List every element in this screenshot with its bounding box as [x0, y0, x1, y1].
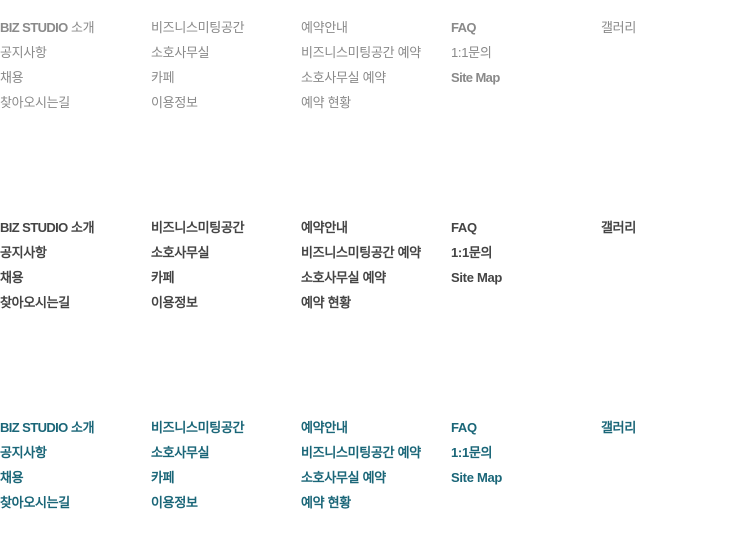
menu-item-usage-info[interactable]: 이용정보	[151, 490, 244, 515]
menu-item-soho-office[interactable]: 소호사무실	[151, 240, 244, 265]
menu-item-soho-reservation[interactable]: 소호사무실 예약	[301, 65, 421, 90]
menu-item-meeting-reservation[interactable]: 비즈니스미팅공간 예약	[301, 440, 421, 465]
menu-item-biz-studio-intro[interactable]: BIZ STUDIO 소개	[0, 215, 95, 240]
menu-item-inquiry[interactable]: 1:1문의	[451, 440, 502, 465]
menu-item-sitemap[interactable]: Site Map	[451, 65, 500, 90]
sitemap-menu-accent: BIZ STUDIO 소개 공지사항 채용 찾아오시는길 비즈니스미팅공간 소호…	[0, 415, 750, 525]
menu-item-reservation-status[interactable]: 예약 현황	[301, 90, 421, 115]
menu-item-usage-info[interactable]: 이용정보	[151, 290, 244, 315]
menu-item-reservation-guide[interactable]: 예약안내	[301, 415, 421, 440]
menu-column-support: FAQ 1:1문의 Site Map	[451, 15, 500, 90]
menu-item-biz-studio-intro[interactable]: BIZ STUDIO 소개	[0, 415, 95, 440]
menu-item-label: Site Map	[451, 70, 500, 85]
menu-item-cafe[interactable]: 카페	[151, 65, 244, 90]
menu-column-support: FAQ 1:1문의 Site Map	[451, 415, 502, 490]
menu-item-faq[interactable]: FAQ	[451, 215, 502, 240]
menu-item-cafe[interactable]: 카페	[151, 265, 244, 290]
menu-item-label: 소개	[70, 20, 95, 35]
menu-item-soho-reservation[interactable]: 소호사무실 예약	[301, 265, 421, 290]
menu-item-directions[interactable]: 찾아오시는길	[0, 490, 94, 515]
menu-item-directions[interactable]: 찾아오시는길	[0, 290, 94, 315]
menu-column-support: FAQ 1:1문의 Site Map	[451, 215, 502, 290]
menu-column-reservation: 예약안내 비즈니스미팅공간 예약 소호사무실 예약 예약 현황	[301, 15, 421, 115]
menu-item-reservation-guide[interactable]: 예약안내	[301, 15, 421, 40]
menu-item-soho-office[interactable]: 소호사무실	[151, 440, 244, 465]
menu-item-reservation-status[interactable]: 예약 현황	[301, 490, 421, 515]
menu-column-gallery: 갤러리	[601, 15, 636, 40]
menu-item-inquiry[interactable]: 1:1문의	[451, 240, 502, 265]
menu-column-reservation: 예약안내 비즈니스미팅공간 예약 소호사무실 예약 예약 현황	[301, 215, 421, 315]
menu-item-gallery[interactable]: 갤러리	[601, 15, 636, 40]
menu-item-sitemap[interactable]: Site Map	[451, 465, 502, 490]
menu-column-company: BIZ STUDIO 소개 공지사항 채용 찾아오시는길	[0, 15, 95, 115]
menu-item-meeting-space[interactable]: 비즈니스미팅공간	[151, 415, 245, 440]
menu-item-sitemap[interactable]: Site Map	[451, 265, 502, 290]
menu-item-cafe[interactable]: 카페	[151, 465, 244, 490]
menu-item-recruit[interactable]: 채용	[0, 65, 94, 90]
menu-item-soho-office[interactable]: 소호사무실	[151, 40, 244, 65]
menu-column-reservation: 예약안내 비즈니스미팅공간 예약 소호사무실 예약 예약 현황	[301, 415, 421, 515]
menu-item-usage-info[interactable]: 이용정보	[151, 90, 244, 115]
menu-item-meeting-reservation[interactable]: 비즈니스미팅공간 예약	[301, 40, 421, 65]
menu-column-gallery: 갤러리	[601, 415, 636, 440]
menu-item-biz-studio-intro[interactable]: BIZ STUDIO 소개	[0, 15, 95, 40]
sitemap-menu-bold: BIZ STUDIO 소개 공지사항 채용 찾아오시는길 비즈니스미팅공간 소호…	[0, 215, 750, 325]
menu-item-recruit[interactable]: 채용	[0, 265, 94, 290]
menu-column-gallery: 갤러리	[601, 215, 636, 240]
menu-item-notice[interactable]: 공지사항	[0, 440, 94, 465]
menu-item-recruit[interactable]: 채용	[0, 465, 94, 490]
menu-item-gallery[interactable]: 갤러리	[601, 215, 636, 240]
menu-item-gallery[interactable]: 갤러리	[601, 415, 636, 440]
menu-item-notice[interactable]: 공지사항	[0, 40, 94, 65]
brand-name: BIZ STUDIO	[0, 20, 68, 35]
menu-item-faq[interactable]: FAQ	[451, 15, 500, 40]
menu-item-notice[interactable]: 공지사항	[0, 240, 94, 265]
menu-item-reservation-status[interactable]: 예약 현황	[301, 290, 421, 315]
brand-name: BIZ STUDIO	[0, 220, 68, 235]
menu-item-soho-reservation[interactable]: 소호사무실 예약	[301, 465, 421, 490]
menu-column-spaces: 비즈니스미팅공간 소호사무실 카페 이용정보	[151, 415, 245, 515]
menu-item-label: FAQ	[451, 20, 477, 35]
sitemap-menu-normal: BIZ STUDIO 소개 공지사항 채용 찾아오시는길 비즈니스미팅공간 소호…	[0, 15, 750, 125]
menu-item-meeting-space[interactable]: 비즈니스미팅공간	[151, 215, 245, 240]
menu-column-company: BIZ STUDIO 소개 공지사항 채용 찾아오시는길	[0, 415, 95, 515]
menu-item-reservation-guide[interactable]: 예약안내	[301, 215, 421, 240]
menu-column-spaces: 비즈니스미팅공간 소호사무실 카페 이용정보	[151, 15, 245, 115]
menu-item-label: 소개	[70, 220, 95, 235]
menu-item-directions[interactable]: 찾아오시는길	[0, 90, 94, 115]
menu-item-meeting-reservation[interactable]: 비즈니스미팅공간 예약	[301, 240, 421, 265]
menu-item-inquiry[interactable]: 1:1문의	[451, 40, 500, 65]
menu-item-label: 소개	[70, 420, 95, 435]
menu-item-faq[interactable]: FAQ	[451, 415, 502, 440]
menu-column-company: BIZ STUDIO 소개 공지사항 채용 찾아오시는길	[0, 215, 95, 315]
menu-column-spaces: 비즈니스미팅공간 소호사무실 카페 이용정보	[151, 215, 245, 315]
brand-name: BIZ STUDIO	[0, 420, 68, 435]
menu-item-meeting-space[interactable]: 비즈니스미팅공간	[151, 15, 245, 40]
